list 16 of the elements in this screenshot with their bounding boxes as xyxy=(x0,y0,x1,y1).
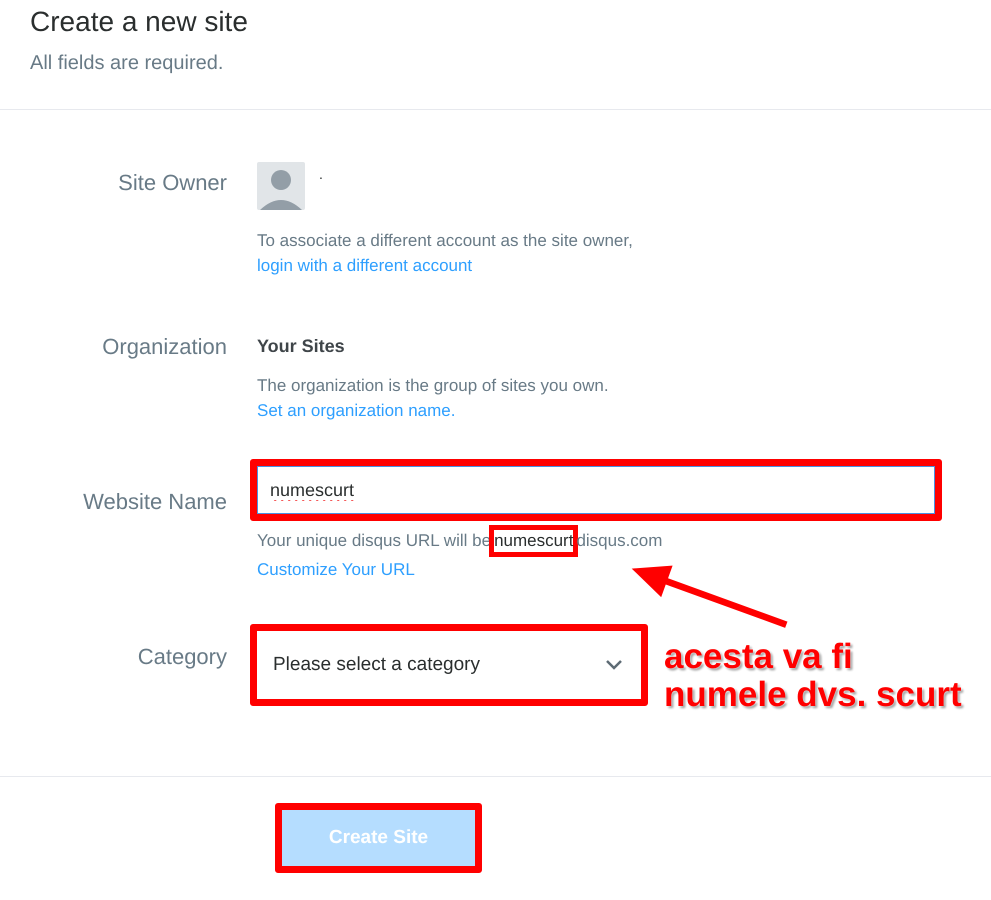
login-link[interactable]: login with a different account xyxy=(257,253,472,278)
website-name-field[interactable]: numescurt xyxy=(257,466,935,514)
field-label: Category xyxy=(136,643,228,671)
owner-name: . xyxy=(319,165,323,182)
page-subtitle: All fields are required. xyxy=(30,52,224,75)
customize-url-link[interactable]: Customize Your URL xyxy=(257,557,415,582)
annotation-text: acesta va fi xyxy=(664,638,854,676)
organization-name: Your Sites xyxy=(257,336,346,357)
page-title: Create a new site xyxy=(30,6,249,38)
annotation-text: numele dvs. scurt xyxy=(664,676,962,714)
field-label: Site Owner xyxy=(117,169,228,197)
field-label: Organization xyxy=(101,333,228,361)
field-note: To associate a different account as the site owner, xyxy=(257,230,634,252)
field-note: The organization is the group of sites you own. xyxy=(257,375,610,397)
field-label: Website Name xyxy=(82,488,228,516)
organization-link[interactable]: Set an organization name. xyxy=(257,398,456,423)
